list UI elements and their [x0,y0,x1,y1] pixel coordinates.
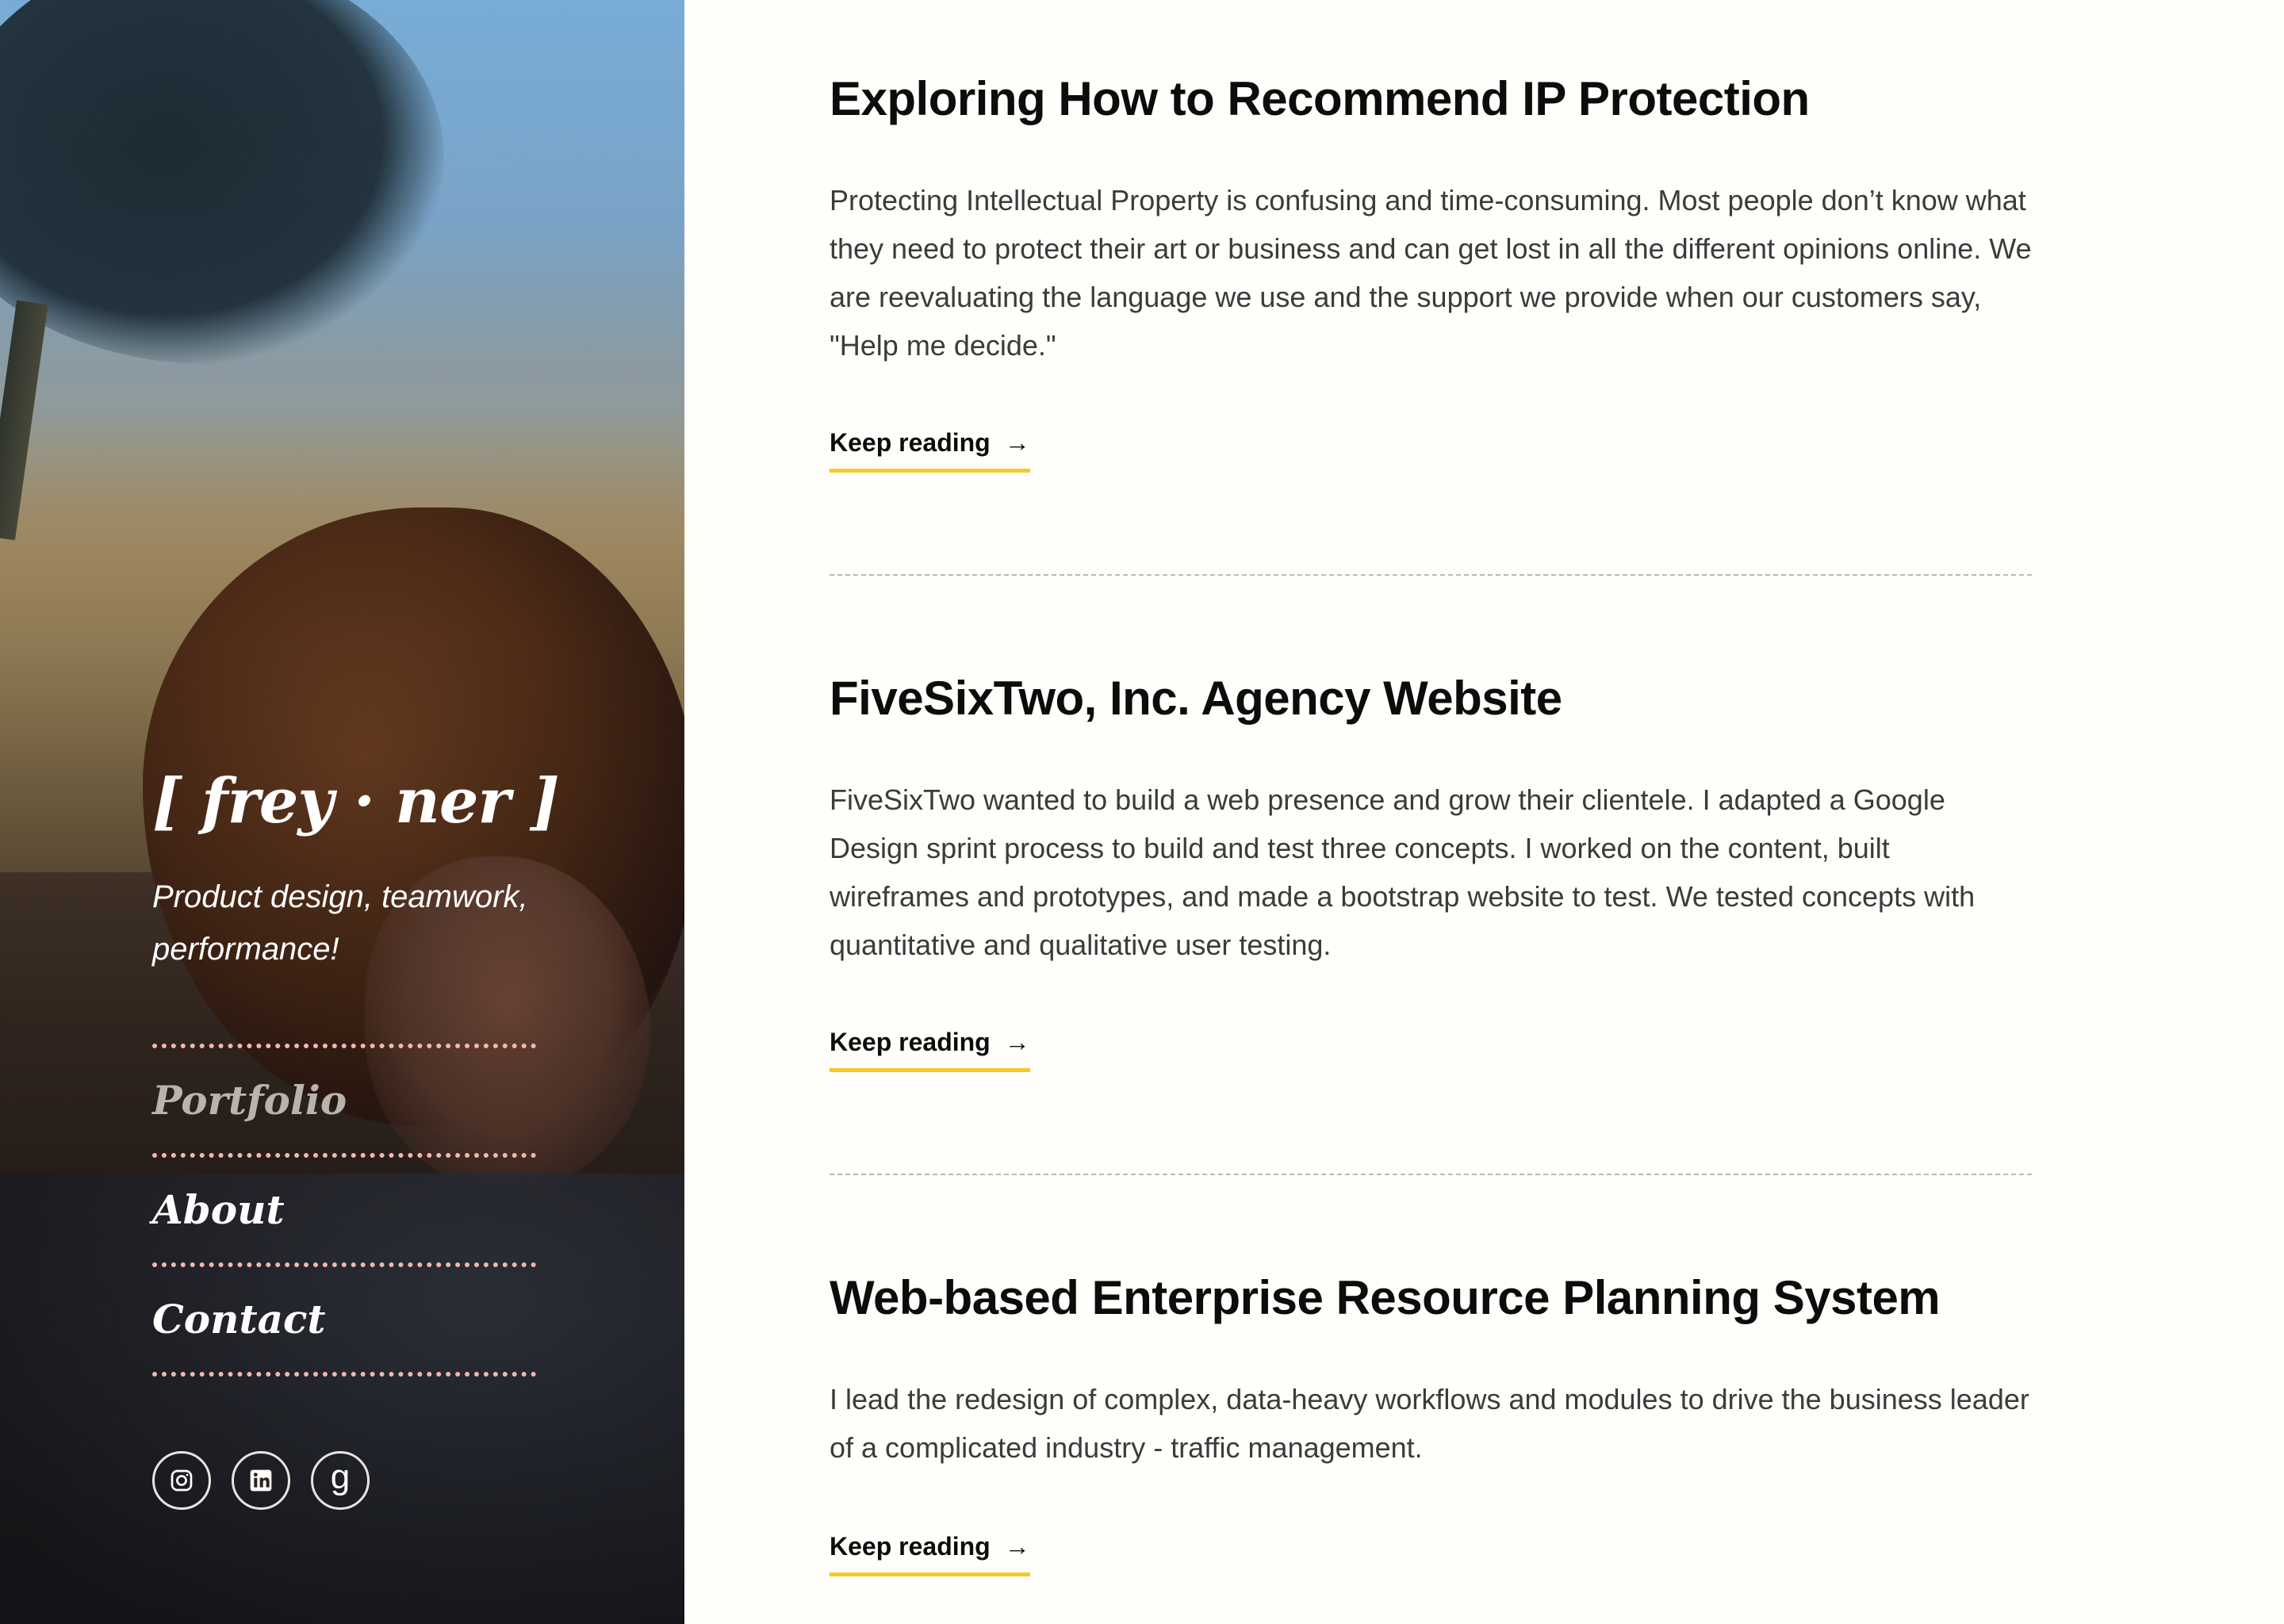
sidebar: [ frey · ner ] Product design, teamwork,… [0,0,684,1624]
goodreads-link[interactable]: g [311,1451,370,1510]
post-title[interactable]: FiveSixTwo, Inc. Agency Website [830,671,2032,726]
post-excerpt: I lead the redesign of complex, data-hea… [830,1383,2029,1464]
post-title[interactable]: Exploring How to Recommend IP Protection [830,71,2032,126]
arrow-right-icon: → [1004,1532,1030,1561]
arrow-right-icon: → [1004,428,1030,457]
keep-reading-label: Keep reading [830,1532,991,1561]
nav-divider [152,1372,536,1377]
keep-reading-link[interactable]: Keep reading → [830,1028,1030,1072]
main-nav: Portfolio About Contact [152,1044,536,1377]
post-divider [830,574,2032,576]
instagram-icon [171,1469,193,1492]
nav-item-about[interactable]: About [152,1158,536,1262]
post-card: Exploring How to Recommend IP Protection… [830,71,2032,473]
keep-reading-label: Keep reading [830,428,991,457]
nav-item-portfolio[interactable]: Portfolio [152,1048,536,1153]
keep-reading-link[interactable]: Keep reading → [830,1532,1030,1576]
linkedin-icon [250,1469,272,1492]
post-excerpt: Protecting Intellectual Property is conf… [830,184,2032,362]
post-card: Web-based Enterprise Resource Planning S… [830,1270,2032,1576]
social-links: g [152,1451,370,1510]
tagline: Product design, teamwork, performance! [152,879,528,967]
post-card: FiveSixTwo, Inc. Agency Website FiveSixT… [830,671,2032,1072]
site-logo[interactable]: [ frey · ner ] [152,765,560,837]
keep-reading-label: Keep reading [830,1028,991,1056]
linkedin-link[interactable] [232,1451,290,1510]
instagram-link[interactable] [152,1451,211,1510]
post-title[interactable]: Web-based Enterprise Resource Planning S… [830,1270,2032,1325]
arrow-right-icon: → [1004,1028,1030,1056]
post-excerpt: FiveSixTwo wanted to build a web presenc… [830,783,1976,961]
nav-item-contact[interactable]: Contact [152,1267,536,1372]
post-divider [830,1174,2032,1175]
keep-reading-link[interactable]: Keep reading → [830,428,1030,473]
goodreads-icon: g [330,1457,351,1496]
